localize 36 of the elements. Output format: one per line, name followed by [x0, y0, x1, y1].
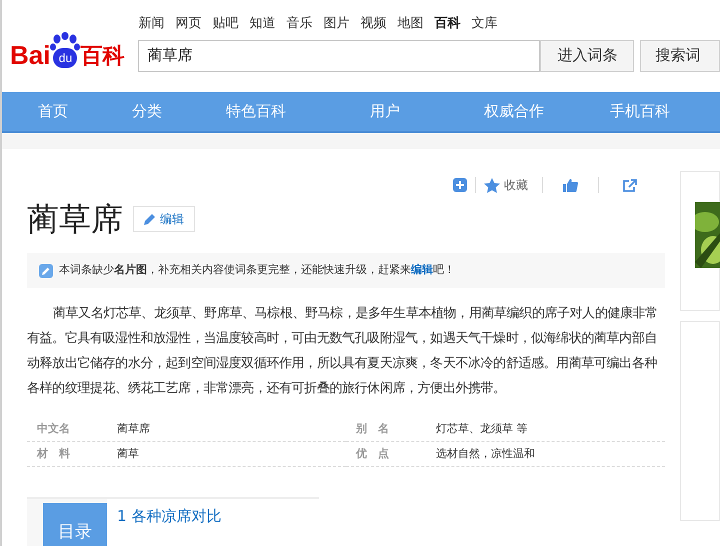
- top-nav-link[interactable]: 地图: [397, 14, 424, 34]
- top-nav-link[interactable]: 图片: [323, 14, 350, 34]
- top-nav-link[interactable]: 新闻: [138, 14, 164, 34]
- favorite-label[interactable]: 收藏: [504, 176, 528, 194]
- info-label: 材 料: [37, 446, 71, 462]
- top-nav-link[interactable]: 文库: [471, 14, 498, 34]
- info-value: 选材自然，凉性温和: [436, 446, 535, 462]
- pencil-icon: [39, 264, 53, 278]
- top-nav-link[interactable]: 音乐: [286, 14, 312, 34]
- add-icon[interactable]: [453, 178, 467, 192]
- top-nav-link[interactable]: 知道: [249, 14, 276, 34]
- top-nav-link[interactable]: 视频: [360, 14, 386, 34]
- info-label: 优 点: [356, 446, 390, 462]
- info-value: 灯芯草、龙须草 等: [436, 420, 528, 437]
- top-nav-link[interactable]: 网页: [175, 14, 202, 34]
- toc-link[interactable]: 1 各种凉席对比: [117, 504, 222, 528]
- share-icon[interactable]: [623, 178, 637, 192]
- notice-text: 本词条缺少名片图，补充相关内容使词条更完整，还能快速升级，赶紧来编辑吧！: [59, 262, 455, 278]
- entry-title: 蔺草席: [27, 199, 123, 239]
- edit-button[interactable]: 编辑: [133, 206, 195, 232]
- summary-paragraph: 蔺草又名灯芯草、龙须草、野席草、马棕根、野马棕，是多年生草本植物，用蔺草编织的席子对人的健康非常有益。它具有吸湿性和放湿性，当温度较高时，可由无数气孔吸附湿气，如遇天气干燥时，似海绵状的蔺草内部自动释放出它储存的水分，起到空间湿度双循环作用，所以具有夏天凉爽，冬天不冰冷的舒适感。用蔺草可编出各种各样的纹理提花、绣花工艺席，非常漂亮，还有可折叠的旅行休闲席，方便出外携带。: [27, 305, 659, 398]
- top-nav-link[interactable]: 贴吧: [212, 14, 238, 34]
- info-label: 别 名: [356, 420, 390, 437]
- thumbs-up-icon[interactable]: [563, 178, 578, 192]
- search-button[interactable]: 搜索词: [640, 40, 720, 72]
- info-label: 中文名: [37, 420, 71, 437]
- top-nav-link[interactable]: 百科: [434, 14, 460, 34]
- edit-link[interactable]: 编辑: [411, 263, 433, 276]
- pencil-icon: [144, 213, 156, 225]
- toc-label: 目录: [43, 503, 107, 546]
- search-button[interactable]: 进入词条: [540, 40, 634, 72]
- search-field[interactable]: 蔺草席: [138, 40, 540, 72]
- info-value: 蔺草: [117, 446, 139, 462]
- star-icon[interactable]: [484, 178, 500, 192]
- info-value: 蔺草席: [117, 420, 150, 437]
- baidu-baike-logo[interactable]: Bai du 百科: [10, 26, 124, 72]
